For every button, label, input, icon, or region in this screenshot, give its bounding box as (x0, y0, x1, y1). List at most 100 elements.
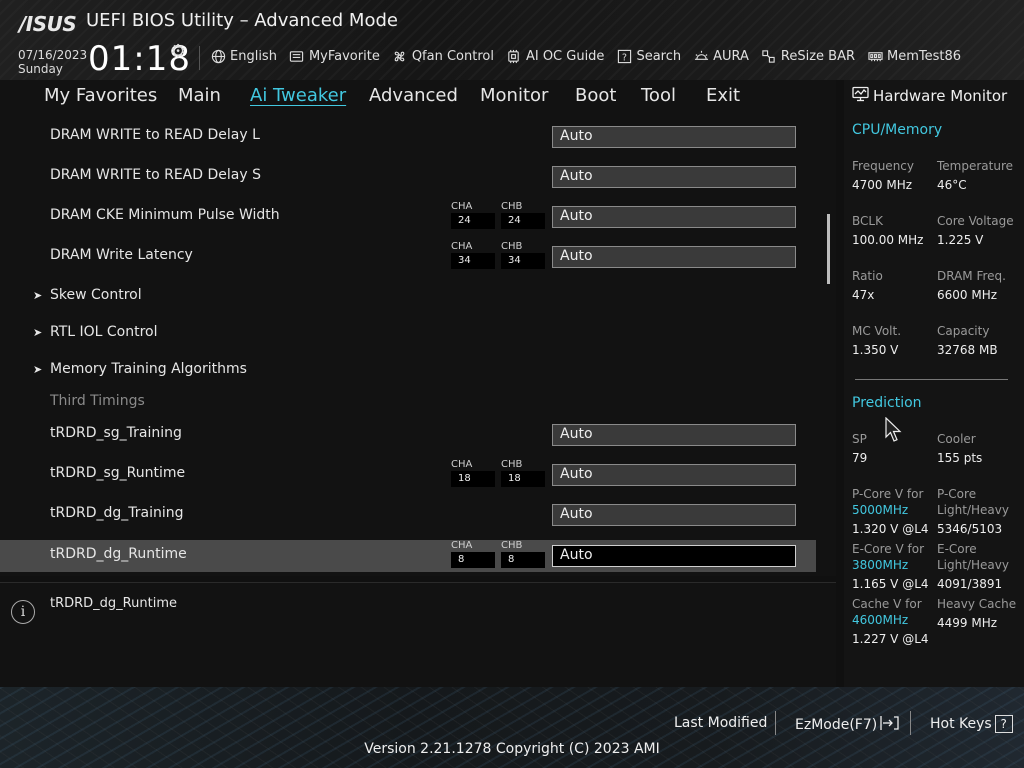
chb-label: CHB (501, 459, 523, 470)
cha-label: CHA (451, 540, 473, 551)
setting-row-dram-write-to-read-delay-l[interactable]: DRAM WRITE to READ Delay L Auto (0, 121, 816, 153)
last-modified-button[interactable]: Last Modified (674, 715, 767, 731)
setting-row-trdrd-dg-training[interactable]: tRDRD_dg_Training Auto (0, 499, 816, 531)
cha-value: 24 (451, 213, 495, 229)
chb-value: 18 (501, 471, 545, 487)
sp-label: SP (852, 432, 867, 446)
setting-value-field[interactable]: Auto (552, 424, 796, 446)
cha-label: CHA (451, 459, 473, 470)
help-text: tRDRD_dg_Runtime (50, 596, 177, 611)
header-bar: /ISUS UEFI BIOS Utility – Advanced Mode … (0, 0, 1024, 80)
setting-value-field[interactable]: Auto (552, 545, 796, 567)
submenu-skew-control[interactable]: ➤ Skew Control (0, 281, 816, 313)
cache-v-label: Cache V for (852, 597, 922, 611)
hot-keys-button[interactable]: Hot Keys ? (930, 715, 1013, 733)
qfan-control-button[interactable]: Qfan Control (392, 48, 494, 64)
setting-value-field[interactable]: Auto (552, 206, 796, 228)
setting-row-trdrd-sg-training[interactable]: tRDRD_sg_Training Auto (0, 419, 816, 451)
tab-main[interactable]: Main (178, 85, 221, 106)
ecore-v-value: 1.165 V @L4 (852, 577, 929, 591)
submenu-memory-training-algorithms[interactable]: ➤ Memory Training Algorithms (0, 355, 816, 387)
submenu-label: Skew Control (50, 287, 142, 303)
tab-my-favorites[interactable]: My Favorites (44, 85, 157, 106)
frequency-value: 4700 MHz (852, 178, 913, 192)
setting-value-field[interactable]: Auto (552, 464, 796, 486)
ratio-value: 47x (852, 288, 875, 302)
app-title: UEFI BIOS Utility – Advanced Mode (86, 10, 398, 31)
submenu-label: Memory Training Algorithms (50, 361, 247, 377)
setting-row-dram-cke-minimum-pulse-width[interactable]: DRAM CKE Minimum Pulse Width CHA 24 CHB … (0, 201, 816, 233)
footer-divider (775, 711, 776, 735)
dram-freq-value: 6600 MHz (937, 288, 998, 302)
sp-value: 79 (852, 451, 868, 465)
section-divider (855, 379, 1008, 380)
resize-bar-label: ReSize BAR (780, 48, 856, 64)
pcore-v-frequency: 5000MHz (852, 503, 909, 517)
tab-exit[interactable]: Exit (706, 85, 740, 106)
mc-volt-label: MC Volt. (852, 324, 902, 338)
submenu-rtl-iol-control[interactable]: ➤ RTL IOL Control (0, 318, 816, 350)
search-label: Search (636, 48, 682, 64)
ai-oc-guide-button[interactable]: AI OC Guide (506, 48, 604, 64)
setting-value-field[interactable]: Auto (552, 126, 796, 148)
setting-row-dram-write-latency[interactable]: DRAM Write Latency CHA 34 CHB 34 Auto (0, 241, 816, 273)
submenu-arrow-icon: ➤ (33, 289, 43, 302)
hardware-monitor-title: Hardware Monitor (852, 86, 1007, 106)
favorite-icon (289, 48, 305, 64)
chb-label: CHB (501, 540, 523, 551)
pcore-lh-label-bottom: Light/Heavy (937, 503, 1009, 517)
setting-label: tRDRD_dg_Training (50, 505, 184, 521)
toolbar: English MyFavorite Qfan Control AI OC Gu… (210, 46, 961, 66)
main-nav: My Favorites Main Ai Tweaker Advanced Mo… (0, 80, 836, 113)
resize-bar-button[interactable]: ReSize BAR (761, 48, 855, 64)
toolbar-divider (199, 46, 200, 70)
tab-boot[interactable]: Boot (575, 85, 616, 106)
resize-bar-icon (761, 48, 777, 64)
setting-row-dram-write-to-read-delay-s[interactable]: DRAM WRITE to READ Delay S Auto (0, 161, 816, 193)
tab-tool[interactable]: Tool (641, 85, 676, 106)
chb-value: 34 (501, 253, 545, 269)
date-text: 07/16/2023 (18, 48, 88, 62)
bclk-value: 100.00 MHz (852, 233, 924, 247)
heavy-cache-value: 4499 MHz (937, 616, 998, 630)
cha-value: 18 (451, 471, 495, 487)
cooler-value: 155 pts (937, 451, 983, 465)
memtest86-button[interactable]: MemTest86 (867, 48, 961, 64)
ai-oc-guide-label: AI OC Guide (525, 48, 605, 64)
tab-advanced[interactable]: Advanced (369, 85, 458, 106)
settings-list: DRAM WRITE to READ Delay L Auto DRAM WRI… (0, 112, 836, 576)
cha-readout: CHA 24 (451, 201, 495, 229)
submenu-arrow-icon: ➤ (33, 326, 43, 339)
search-icon: ? (616, 48, 632, 64)
prediction-section-title: Prediction (852, 395, 922, 411)
tab-ai-tweaker[interactable]: Ai Tweaker (250, 85, 346, 106)
temperature-value: 46°C (937, 178, 967, 192)
fan-icon (392, 48, 408, 64)
monitor-icon (852, 86, 869, 106)
setting-value-field[interactable]: Auto (552, 504, 796, 526)
cha-value: 8 (451, 552, 495, 568)
setting-row-trdrd-dg-runtime[interactable]: tRDRD_dg_Runtime CHA 8 CHB 8 Auto (0, 540, 816, 572)
scrollbar[interactable] (827, 214, 830, 284)
myfavorite-button[interactable]: MyFavorite (289, 48, 380, 64)
cha-value: 34 (451, 253, 495, 269)
gear-icon[interactable]: ⚙ (170, 41, 186, 62)
setting-row-trdrd-sg-runtime[interactable]: tRDRD_sg_Runtime CHA 18 CHB 18 Auto (0, 459, 816, 491)
cache-v-value: 1.227 V @L4 (852, 632, 929, 646)
setting-value-field[interactable]: Auto (552, 246, 796, 268)
tab-monitor[interactable]: Monitor (480, 85, 548, 106)
hardware-monitor-panel: Hardware Monitor CPU/Memory Frequency 47… (844, 80, 1024, 687)
help-panel: i tRDRD_dg_Runtime (0, 582, 836, 687)
aura-button[interactable]: AURA (693, 48, 749, 64)
memtest86-label: MemTest86 (887, 48, 962, 64)
ezmode-button[interactable]: EzMode(F7) (795, 715, 900, 735)
language-button[interactable]: English (210, 48, 277, 64)
capacity-label: Capacity (937, 324, 990, 338)
chb-readout: CHB 18 (501, 459, 545, 487)
search-button[interactable]: ? Search (616, 48, 681, 64)
pcore-lh-value: 5346/5103 (937, 522, 1003, 536)
date-display: 07/16/2023 Sunday (18, 48, 87, 76)
setting-value-field[interactable]: Auto (552, 166, 796, 188)
dram-freq-label: DRAM Freq. (937, 269, 1006, 283)
setting-label: tRDRD_sg_Training (50, 425, 182, 441)
